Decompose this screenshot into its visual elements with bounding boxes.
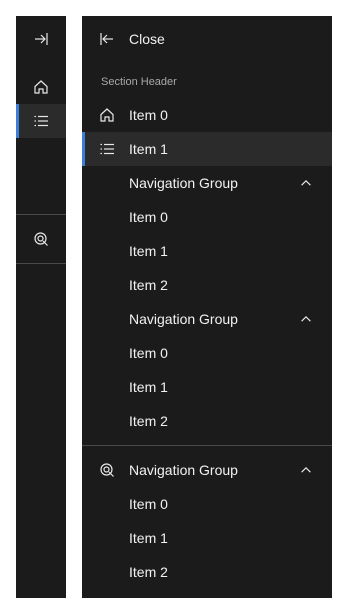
nav-group-item-label: Item 0 xyxy=(129,209,168,225)
nav-group-item[interactable]: Item 1 xyxy=(82,521,332,555)
panel-divider xyxy=(82,445,332,446)
target-search-icon xyxy=(33,231,49,247)
close-label: Close xyxy=(129,31,165,47)
nav-group-item[interactable]: Item 1 xyxy=(82,370,332,404)
list-icon xyxy=(33,113,49,129)
chevron-up-icon xyxy=(298,311,314,327)
collapsed-side-nav xyxy=(16,16,66,598)
nav-group-item-label: Item 2 xyxy=(129,413,168,429)
nav-group-item[interactable]: Item 0 xyxy=(82,200,332,234)
nav-group-header[interactable]: Navigation Group xyxy=(82,302,332,336)
nav-group-item-label: Item 0 xyxy=(129,496,168,512)
nav-group-item-label: Item 2 xyxy=(129,277,168,293)
list-icon xyxy=(99,141,115,157)
nav-group-header[interactable]: Navigation Group xyxy=(82,166,332,200)
nav-group-label: Navigation Group xyxy=(129,311,238,327)
nav-group-item[interactable]: Item 2 xyxy=(82,268,332,302)
target-search-icon xyxy=(99,462,115,478)
chevron-up-icon xyxy=(298,175,314,191)
expand-nav-button[interactable] xyxy=(16,22,66,56)
nav-group-item-label: Item 1 xyxy=(129,379,168,395)
nav-group-item-label: Item 1 xyxy=(129,530,168,546)
section-header: Section Header xyxy=(101,76,177,88)
rail-divider xyxy=(16,263,66,264)
nav-group-label: Navigation Group xyxy=(129,175,238,191)
nav-group-item-label: Item 0 xyxy=(129,345,168,361)
expand-icon xyxy=(33,31,49,47)
close-nav-button[interactable]: Close xyxy=(82,22,332,56)
nav-item-label: Item 1 xyxy=(129,141,168,157)
nav-group-item[interactable]: Item 2 xyxy=(82,555,332,589)
nav-item-label: Item 0 xyxy=(129,107,168,123)
home-icon xyxy=(33,79,49,95)
nav-group-item[interactable]: Item 1 xyxy=(82,234,332,268)
nav-group-item[interactable]: Item 0 xyxy=(82,336,332,370)
nav-group-item-label: Item 1 xyxy=(129,243,168,259)
nav-group-item[interactable]: Item 0 xyxy=(82,487,332,521)
rail-item-list[interactable] xyxy=(16,104,66,138)
nav-item-0[interactable]: Item 0 xyxy=(82,98,332,132)
nav-item-1[interactable]: Item 1 xyxy=(82,132,332,166)
nav-group-item-label: Item 2 xyxy=(129,564,168,580)
home-icon xyxy=(99,107,115,123)
collapse-icon xyxy=(99,31,115,47)
nav-group-item[interactable]: Item 2 xyxy=(82,404,332,438)
chevron-up-icon xyxy=(298,462,314,478)
nav-group-label: Navigation Group xyxy=(129,462,238,478)
rail-item-target[interactable] xyxy=(16,222,66,256)
rail-divider xyxy=(16,214,66,215)
rail-item-home[interactable] xyxy=(16,70,66,104)
nav-group-header[interactable]: Navigation Group xyxy=(82,453,332,487)
expanded-side-nav: Close Section Header Item 0 Item 1 Navig… xyxy=(82,16,332,598)
